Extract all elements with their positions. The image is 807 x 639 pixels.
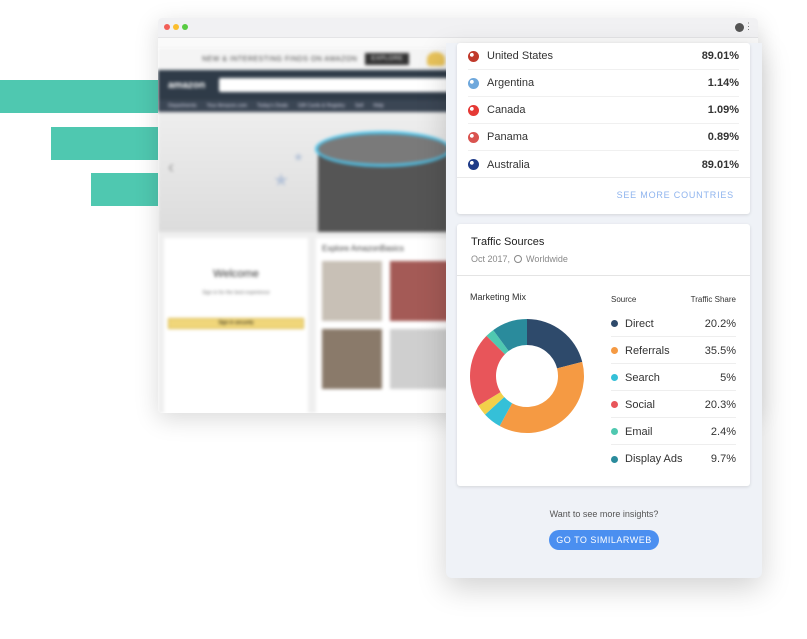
- promo-text: NEW & INTERESTING FINDS ON AMAZON: [202, 55, 358, 63]
- product-thumb[interactable]: [322, 329, 382, 389]
- country-name: United States: [487, 50, 554, 62]
- country-name: Argentina: [487, 77, 535, 89]
- country-share: 89.01%: [701, 158, 739, 171]
- close-window-button[interactable]: [164, 24, 170, 30]
- legend-swatch: [611, 374, 618, 381]
- country-name: Australia: [487, 158, 530, 171]
- browser-titlebar: ⋮: [158, 18, 758, 38]
- country-row: Australia 89.01%: [468, 151, 739, 178]
- sign-in-button[interactable]: Sign in securely: [168, 318, 304, 329]
- argentina-flag-icon: [468, 77, 479, 89]
- amazon-search-input[interactable]: [219, 78, 450, 92]
- globe-icon: [514, 255, 523, 263]
- source-row-display-ads: Display Ads 9.7%: [611, 446, 736, 472]
- source-share: 20.3%: [704, 398, 736, 411]
- amazon-logo[interactable]: amazon: [168, 80, 205, 91]
- minimize-window-button[interactable]: [173, 24, 179, 30]
- star-icon: ★: [293, 150, 304, 164]
- country-row: Canada 1.09%: [468, 97, 739, 124]
- legend-swatch: [611, 428, 618, 435]
- country-row: United States 89.01%: [468, 43, 739, 70]
- traffic-subtitle: Oct 2017, Worldwide: [471, 254, 750, 264]
- traffic-header: Traffic Sources Oct 2017, Worldwide: [457, 224, 750, 276]
- country-name: Canada: [487, 104, 526, 116]
- welcome-title: Welcome: [213, 268, 259, 280]
- country-row: Panama 0.89%: [468, 124, 739, 151]
- source-name: Referrals: [625, 344, 670, 357]
- country-share: 89.01%: [701, 50, 739, 62]
- insights-prompt: Want to see more insights?: [549, 509, 659, 519]
- similarweb-panel: United States 89.01% Argentina 1.14% Can…: [446, 43, 762, 578]
- source-share: 9.7%: [710, 453, 736, 465]
- nav-item[interactable]: Departments: [168, 103, 197, 109]
- maximize-window-button[interactable]: [182, 24, 188, 30]
- panama-flag-icon: [468, 131, 479, 143]
- canada-flag-icon: [468, 104, 479, 116]
- source-row-email: Email 2.4%: [611, 419, 736, 445]
- country-share: 1.14%: [707, 77, 739, 89]
- country-share: 0.89%: [707, 131, 739, 143]
- source-share: 2.4%: [710, 425, 736, 438]
- nav-item[interactable]: Gift Cards & Registry: [298, 103, 345, 109]
- traffic-date: Oct 2017,: [471, 254, 511, 264]
- decor-stripe: [51, 127, 175, 160]
- go-to-similarweb-button[interactable]: GO TO SIMILARWEB: [549, 530, 659, 550]
- us-flag-icon: [468, 50, 479, 62]
- explore-button[interactable]: EXPLORE: [365, 53, 410, 65]
- screenshot-stage: ⋮ NEW & INTERESTING FINDS ON AMAZON EXPL…: [0, 0, 807, 639]
- legend-swatch: [611, 320, 618, 327]
- nav-item[interactable]: Today's Deals: [257, 103, 288, 109]
- source-name: Direct: [625, 317, 654, 330]
- countries-card: United States 89.01% Argentina 1.14% Can…: [457, 43, 750, 214]
- country-row: Argentina 1.14%: [468, 70, 739, 97]
- australia-flag-icon: [468, 159, 479, 170]
- similarweb-extension-icon[interactable]: [735, 23, 744, 32]
- traffic-region: Worldwide: [526, 254, 568, 264]
- decor-stripe: [0, 80, 175, 113]
- legend-swatch: [611, 347, 618, 354]
- source-share: 20.2%: [704, 317, 736, 330]
- country-share: 1.09%: [707, 104, 739, 116]
- echo-top-image: [318, 134, 448, 164]
- traffic-title: Traffic Sources: [471, 236, 545, 248]
- source-share: 35.5%: [704, 344, 736, 357]
- marketing-mix-donut-chart: [470, 319, 584, 433]
- lamp-image: [427, 52, 446, 66]
- nav-item[interactable]: Your Amazon.com: [207, 103, 247, 109]
- source-name: Email: [625, 425, 653, 438]
- star-icon: ★: [273, 170, 290, 190]
- source-share: 5%: [720, 371, 736, 384]
- product-thumb[interactable]: [390, 261, 450, 321]
- browser-menu-icon[interactable]: ⋮: [744, 21, 753, 32]
- source-name: Display Ads: [625, 453, 683, 465]
- source-row-search: Search 5%: [611, 365, 736, 391]
- legend-swatch: [611, 455, 618, 463]
- welcome-card: Welcome Sign in for the best experience …: [164, 238, 308, 413]
- donut-slice-referrals[interactable]: [499, 361, 584, 433]
- product-thumb[interactable]: [322, 261, 382, 321]
- source-column-header: Source: [611, 295, 637, 304]
- chevron-left-icon[interactable]: ‹: [168, 157, 174, 178]
- source-name: Search: [625, 371, 660, 384]
- source-row-direct: Direct 20.2%: [611, 311, 736, 337]
- source-name: Social: [625, 398, 655, 411]
- country-name: Panama: [487, 131, 528, 143]
- source-row-social: Social 20.3%: [611, 392, 736, 418]
- legend-swatch: [611, 401, 618, 408]
- source-row-referrals: Referrals 35.5%: [611, 338, 736, 364]
- nav-item[interactable]: Sell: [355, 103, 363, 109]
- traffic-sources-card: Traffic Sources Oct 2017, Worldwide Mark…: [457, 224, 750, 486]
- donut-slice-direct[interactable]: [527, 319, 583, 369]
- share-column-header: Traffic Share: [690, 295, 736, 304]
- marketing-mix-label: Marketing Mix: [470, 292, 527, 302]
- nav-item[interactable]: Help: [373, 103, 383, 109]
- product-thumb[interactable]: [390, 329, 450, 389]
- see-more-countries-link[interactable]: SEE MORE COUNTRIES: [457, 177, 750, 214]
- welcome-subtitle: Sign in for the best experience: [202, 290, 270, 296]
